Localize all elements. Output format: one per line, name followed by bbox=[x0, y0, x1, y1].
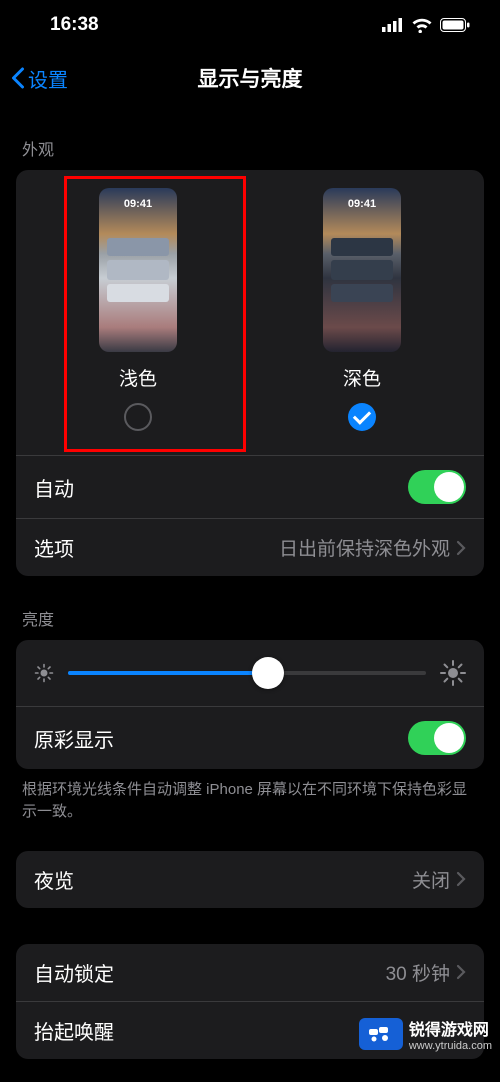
watermark-logo-icon bbox=[359, 1018, 403, 1050]
chevron-right-icon bbox=[456, 964, 466, 980]
brightness-slider-row bbox=[16, 640, 484, 706]
appearance-options: 09:41 浅色 09:41 深色 bbox=[16, 170, 484, 455]
light-radio[interactable] bbox=[124, 403, 152, 431]
wifi-icon bbox=[411, 17, 433, 33]
battery-icon bbox=[440, 18, 470, 32]
status-bar: 16:38 bbox=[0, 0, 500, 50]
page-title: 显示与亮度 bbox=[198, 63, 303, 93]
brightness-high-icon bbox=[440, 660, 466, 686]
chevron-left-icon bbox=[10, 67, 25, 89]
truetone-label: 原彩显示 bbox=[34, 724, 114, 753]
appearance-option-light[interactable]: 09:41 浅色 bbox=[99, 188, 177, 431]
brightness-panel: 原彩显示 bbox=[16, 640, 484, 769]
nightshift-panel: 夜览 关闭 bbox=[16, 851, 484, 908]
autolock-value: 30 秒钟 bbox=[386, 959, 450, 986]
truetone-row: 原彩显示 bbox=[16, 706, 484, 769]
dark-label: 深色 bbox=[343, 364, 381, 391]
dark-radio[interactable] bbox=[348, 403, 376, 431]
appearance-option-dark[interactable]: 09:41 深色 bbox=[323, 188, 401, 431]
dark-preview: 09:41 bbox=[323, 188, 401, 352]
auto-toggle[interactable] bbox=[408, 470, 466, 504]
nightshift-row[interactable]: 夜览 关闭 bbox=[16, 851, 484, 908]
autolock-row[interactable]: 自动锁定 30 秒钟 bbox=[16, 944, 484, 1001]
chevron-right-icon bbox=[456, 540, 466, 556]
status-indicators bbox=[382, 17, 470, 33]
options-value: 日出前保持深色外观 bbox=[279, 534, 450, 561]
light-label: 浅色 bbox=[119, 364, 157, 391]
brightness-low-icon bbox=[34, 663, 54, 683]
back-button[interactable]: 设置 bbox=[10, 64, 68, 93]
nightshift-value: 关闭 bbox=[412, 866, 450, 893]
watermark: 锐得游戏网 www.ytruida.com bbox=[359, 1016, 492, 1052]
cellular-icon bbox=[382, 18, 404, 32]
truetone-toggle[interactable] bbox=[408, 721, 466, 755]
watermark-title: 锐得游戏网 bbox=[409, 1016, 492, 1040]
raise-label: 抬起唤醒 bbox=[34, 1016, 114, 1045]
chevron-right-icon bbox=[456, 871, 466, 887]
brightness-header: 亮度 bbox=[0, 576, 500, 640]
brightness-slider[interactable] bbox=[68, 671, 426, 675]
watermark-url: www.ytruida.com bbox=[409, 1040, 492, 1052]
nightshift-label: 夜览 bbox=[34, 865, 74, 894]
auto-row: 自动 bbox=[16, 455, 484, 518]
status-time: 16:38 bbox=[50, 14, 99, 36]
appearance-header: 外观 bbox=[0, 106, 500, 170]
auto-label: 自动 bbox=[34, 473, 74, 502]
nav-bar: 设置 显示与亮度 bbox=[0, 50, 500, 106]
options-label: 选项 bbox=[34, 533, 74, 562]
truetone-note: 根据环境光线条件自动调整 iPhone 屏幕以在不同环境下保持色彩显示一致。 bbox=[0, 769, 500, 823]
appearance-panel: 09:41 浅色 09:41 深色 自动 选项 日出前保持深色外观 bbox=[16, 170, 484, 576]
back-label: 设置 bbox=[28, 64, 68, 93]
light-preview: 09:41 bbox=[99, 188, 177, 352]
options-row[interactable]: 选项 日出前保持深色外观 bbox=[16, 518, 484, 576]
autolock-label: 自动锁定 bbox=[34, 958, 114, 987]
